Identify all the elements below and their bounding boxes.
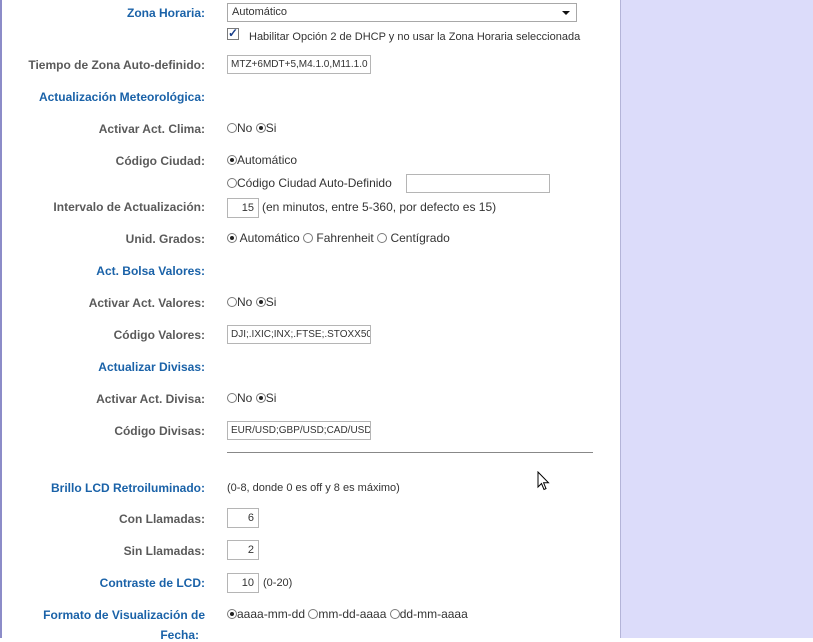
stocks-no-label: No	[237, 295, 253, 309]
units-group: Automático Fahrenheit Centígrado	[227, 231, 450, 245]
mouse-pointer-icon	[537, 471, 550, 491]
weather-yes-radio[interactable]	[255, 123, 266, 133]
contrast-label: Contraste de LCD:	[99, 576, 205, 590]
city-custom-label: Código Ciudad Auto-Definido	[237, 176, 392, 190]
date-opt2-radio[interactable]	[308, 609, 319, 619]
weather-enable-label: Activar Act. Clima:	[98, 122, 205, 136]
timezone-select[interactable]: Automático	[227, 3, 577, 22]
stock-codes-label: Código Valores:	[113, 328, 205, 342]
stocks-yes-radio[interactable]	[255, 297, 266, 307]
weather-no-radio[interactable]	[227, 123, 237, 133]
stocks-section-title: Act. Bolsa Valores:	[96, 264, 205, 278]
no-calls-input[interactable]: 2	[227, 540, 259, 560]
date-opt3-label: dd-mm-aaaa	[399, 607, 468, 621]
city-custom-input[interactable]	[406, 174, 550, 193]
dhcp-option-checkbox[interactable]	[227, 26, 239, 40]
weather-section-title: Actualización Meteorológica:	[38, 90, 205, 104]
backlight-hint: (0-8, donde 0 es off y 8 es máximo)	[227, 482, 400, 494]
currency-no-radio[interactable]	[227, 393, 237, 403]
city-custom-option: Código Ciudad Auto-Definido	[227, 176, 392, 190]
no-calls-label: Sin Llamadas:	[123, 544, 205, 558]
unit-auto-radio[interactable]	[227, 233, 237, 243]
weather-enable-group: No Si	[227, 121, 276, 135]
date-format-label-line1: Formato de Visualización de	[43, 608, 205, 622]
currency-codes-input[interactable]: EUR/USD;GBP/USD;CAD/USD	[227, 421, 371, 440]
date-format-group: aaaa-mm-dd mm-dd-aaaa dd-mm-aaaa	[227, 607, 468, 621]
city-custom-radio[interactable]	[227, 178, 237, 188]
date-opt3-radio[interactable]	[389, 609, 400, 619]
unit-f-radio[interactable]	[303, 233, 314, 243]
interval-input[interactable]: 15	[227, 198, 259, 218]
with-calls-input[interactable]: 6	[227, 508, 259, 528]
stocks-enable-group: No Si	[227, 295, 276, 309]
right-side-panel	[620, 0, 813, 638]
city-auto-label: Automático	[237, 153, 298, 167]
unit-auto-label: Automático	[239, 231, 300, 245]
currency-enable-group: No Si	[227, 391, 276, 405]
with-calls-label: Con Llamadas:	[118, 512, 205, 526]
custom-timezone-input[interactable]: MTZ+6MDT+5,M4.1.0,M11.1.0	[227, 55, 371, 74]
currency-yes-label: Si	[265, 391, 277, 405]
currency-codes-label: Código Divisas:	[114, 424, 205, 438]
stock-codes-input[interactable]: DJI;.IXIC;INX;.FTSE;.STOXX50	[227, 325, 371, 344]
stocks-enable-label: Activar Act. Valores:	[88, 296, 205, 310]
unit-f-label: Fahrenheit	[316, 231, 374, 245]
city-auto-option: Automático	[227, 153, 297, 167]
date-opt1-radio[interactable]	[227, 609, 237, 619]
city-auto-radio[interactable]	[227, 155, 237, 165]
units-label: Unid. Grados:	[125, 232, 205, 246]
interval-label: Intervalo de Actualización:	[53, 200, 205, 214]
currency-no-label: No	[237, 391, 253, 405]
currency-enable-label: Activar Act. Divisa:	[96, 392, 205, 406]
backlight-label: Brillo LCD Retroiluminado:	[51, 481, 205, 495]
dhcp-option-label: Habilitar Opción 2 de DHCP y no usar la …	[249, 31, 581, 43]
currency-section-title: Actualizar Divisas:	[98, 360, 205, 374]
contrast-hint: (0-20)	[263, 577, 293, 589]
weather-yes-label: Si	[265, 121, 277, 135]
section-divider	[227, 452, 593, 453]
contrast-input[interactable]: 10	[227, 573, 259, 593]
unit-c-radio[interactable]	[377, 233, 388, 243]
left-border	[0, 0, 2, 638]
unit-c-label: Centígrado	[390, 231, 450, 245]
date-opt1-label: aaaa-mm-dd	[237, 607, 306, 621]
chevron-down-icon	[562, 11, 570, 15]
stocks-no-radio[interactable]	[227, 297, 237, 307]
custom-timezone-label: Tiempo de Zona Auto-definido:	[28, 58, 205, 72]
date-format-label-line2: Fecha:	[160, 628, 199, 642]
timezone-selected: Automático	[232, 6, 288, 18]
currency-yes-radio[interactable]	[255, 393, 266, 403]
weather-no-label: No	[237, 121, 253, 135]
date-opt2-label: mm-dd-aaaa	[318, 607, 387, 621]
timezone-label: Zona Horaria:	[126, 6, 205, 20]
stocks-yes-label: Si	[265, 295, 277, 309]
city-code-label: Código Ciudad:	[115, 154, 205, 168]
interval-hint: (en minutos, entre 5-360, por defecto es…	[262, 200, 497, 214]
